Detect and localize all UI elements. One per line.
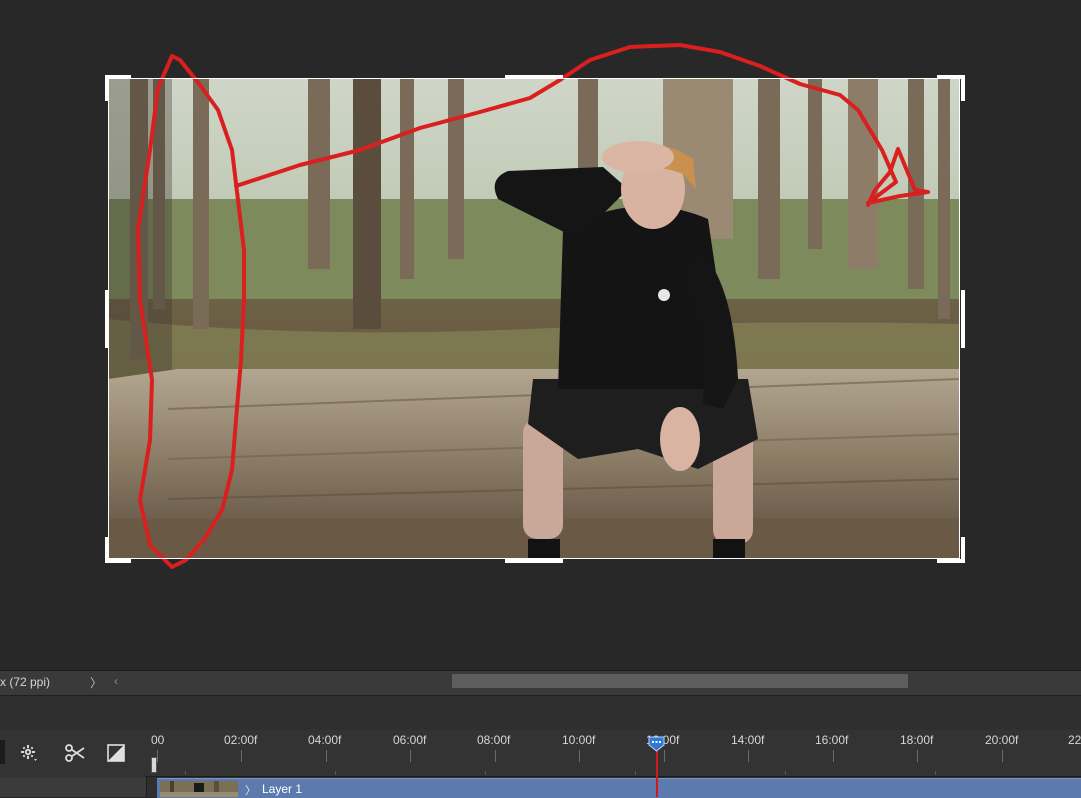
layer-thumbnail — [160, 781, 238, 797]
crop-handle-left-middle[interactable] — [105, 290, 109, 348]
ruler-label: 18:00f — [900, 733, 934, 747]
ruler-label: 08:00f — [477, 733, 511, 747]
ruler-minor-tick — [785, 771, 786, 775]
ruler-tick — [579, 750, 580, 762]
work-area-start-handle[interactable] — [151, 757, 157, 773]
ruler-label: 14:00f — [731, 733, 765, 747]
layer-name: Layer 1 — [262, 782, 303, 796]
crop-handle-top-right-v[interactable] — [961, 75, 965, 101]
ruler-label: 20:00f — [985, 733, 1019, 747]
ruler-tick — [917, 750, 918, 762]
ruler-tick — [157, 750, 158, 762]
ruler-label: 10:00f — [562, 733, 596, 747]
ruler-tick — [1002, 750, 1003, 762]
ruler-minor-tick — [935, 771, 936, 775]
ruler-label: 16:00f — [815, 733, 849, 747]
panel-edge — [0, 740, 5, 764]
document-canvas[interactable] — [0, 0, 1081, 670]
ruler-label: 06:00f — [393, 733, 427, 747]
timeline-ruler[interactable] — [146, 730, 1081, 777]
document-info[interactable]: x (72 ppi) — [0, 675, 50, 689]
layer-controls-area — [0, 778, 146, 797]
transition-icon[interactable] — [107, 744, 125, 767]
crop-handle-bottom-right-v[interactable] — [961, 537, 965, 563]
scissors-icon[interactable] — [64, 743, 86, 768]
crop-handle-bottom-left-v[interactable] — [105, 537, 109, 563]
ruler-tick — [410, 750, 411, 762]
ruler-label: 22 — [1068, 733, 1081, 747]
expand-chevron-icon[interactable]: 〉 — [245, 782, 256, 798]
ruler-minor-tick — [185, 771, 186, 775]
crop-handle-top-middle[interactable] — [505, 75, 563, 79]
gear-icon[interactable] — [20, 744, 38, 767]
ruler-label: 02:00f — [224, 733, 258, 747]
playhead-icon[interactable] — [648, 736, 665, 752]
ruler-label: 04:00f — [308, 733, 342, 747]
crop-handle-top-left-v[interactable] — [105, 75, 109, 101]
red-arrow-annotation — [136, 43, 930, 569]
ruler-minor-tick — [335, 771, 336, 775]
crop-handle-bottom-middle[interactable] — [505, 559, 563, 563]
ruler-label: 00 — [151, 733, 165, 747]
ruler-tick — [495, 750, 496, 762]
status-menu-chevron-icon[interactable]: 〉 — [90, 674, 102, 691]
ruler-tick — [326, 750, 327, 762]
ruler-minor-tick — [635, 771, 636, 775]
ruler-minor-tick — [485, 771, 486, 775]
ruler-tick — [833, 750, 834, 762]
ruler-tick — [241, 750, 242, 762]
ruler-tick — [748, 750, 749, 762]
scroll-left-arrow-icon[interactable]: ‹ — [114, 674, 118, 688]
crop-handle-right-middle[interactable] — [961, 290, 965, 348]
horizontal-scrollbar-thumb[interactable] — [452, 674, 908, 688]
